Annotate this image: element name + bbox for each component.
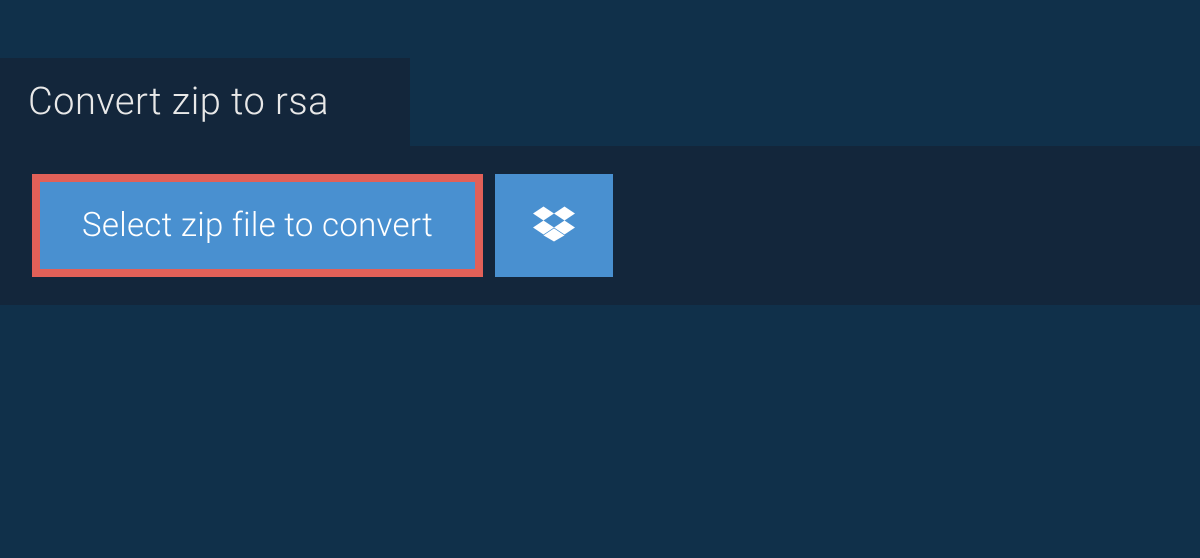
page-title: Convert zip to rsa bbox=[28, 80, 382, 124]
main-panel: Select zip file to convert bbox=[0, 146, 1200, 305]
select-file-button[interactable]: Select zip file to convert bbox=[32, 174, 483, 277]
header-box: Convert zip to rsa bbox=[0, 58, 410, 146]
select-file-label: Select zip file to convert bbox=[82, 206, 433, 245]
button-row: Select zip file to convert bbox=[32, 174, 1168, 277]
dropbox-icon bbox=[533, 203, 575, 249]
dropbox-button[interactable] bbox=[495, 174, 613, 277]
